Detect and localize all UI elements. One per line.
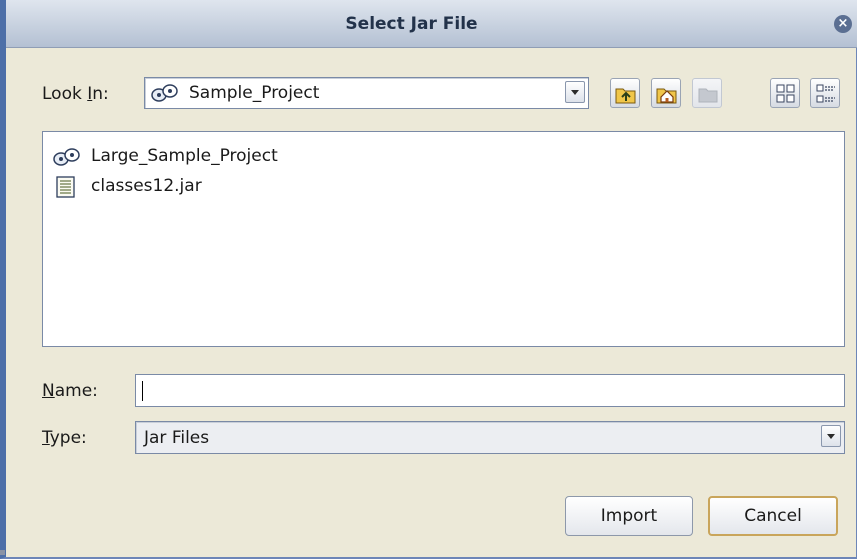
details-view-button[interactable]	[810, 78, 840, 108]
look-in-combobox[interactable]: Sample_Project	[144, 77, 589, 109]
file-type-value: Jar Files	[144, 428, 210, 448]
type-label: Type:	[42, 428, 87, 448]
look-in-value: Sample_Project	[189, 83, 320, 103]
look-in-dropdown-button[interactable]	[565, 81, 585, 103]
project-icon	[53, 148, 80, 166]
look-in-label-prefix: Look	[42, 84, 88, 104]
file-type-dropdown-button[interactable]	[821, 425, 841, 447]
project-icon	[151, 84, 178, 102]
name-label-mnemonic: N	[42, 381, 55, 401]
up-one-level-icon	[615, 88, 636, 104]
file-name: Large_Sample_Project	[91, 146, 278, 166]
close-icon[interactable]: ×	[834, 15, 852, 33]
resize-grip[interactable]	[0, 550, 5, 555]
title-bar[interactable]: Select Jar File ×	[6, 0, 857, 48]
list-view-button[interactable]	[770, 78, 800, 108]
type-label-mnemonic: T	[42, 428, 50, 448]
select-jar-file-dialog: Select Jar File × Look In: Sample_Projec…	[0, 0, 857, 559]
jar-file-icon	[56, 176, 75, 198]
type-label-suffix: ype:	[49, 428, 87, 448]
home-icon	[656, 88, 677, 104]
look-in-label-suffix: n:	[92, 84, 109, 104]
file-name: classes12.jar	[91, 176, 202, 196]
name-label: Name:	[42, 381, 98, 401]
name-label-suffix: ame:	[54, 381, 98, 401]
file-type-select[interactable]: Jar Files	[135, 421, 845, 454]
list-view-icon	[776, 84, 795, 103]
import-button[interactable]: Import	[565, 496, 693, 536]
home-button[interactable]	[651, 78, 681, 108]
file-name-input[interactable]	[135, 374, 845, 407]
cancel-button[interactable]: Cancel	[708, 496, 838, 536]
look-in-label: Look In:	[42, 84, 109, 104]
new-folder-icon	[698, 88, 718, 103]
chevron-down-icon	[827, 434, 835, 439]
file-list[interactable]: Large_Sample_Project classes12.jar	[42, 131, 845, 347]
text-caret	[142, 381, 143, 401]
new-folder-button[interactable]	[692, 78, 722, 108]
dialog-title: Select Jar File	[345, 14, 478, 34]
details-view-icon	[816, 84, 835, 103]
up-one-level-button[interactable]	[610, 78, 640, 108]
chevron-down-icon	[571, 90, 579, 95]
